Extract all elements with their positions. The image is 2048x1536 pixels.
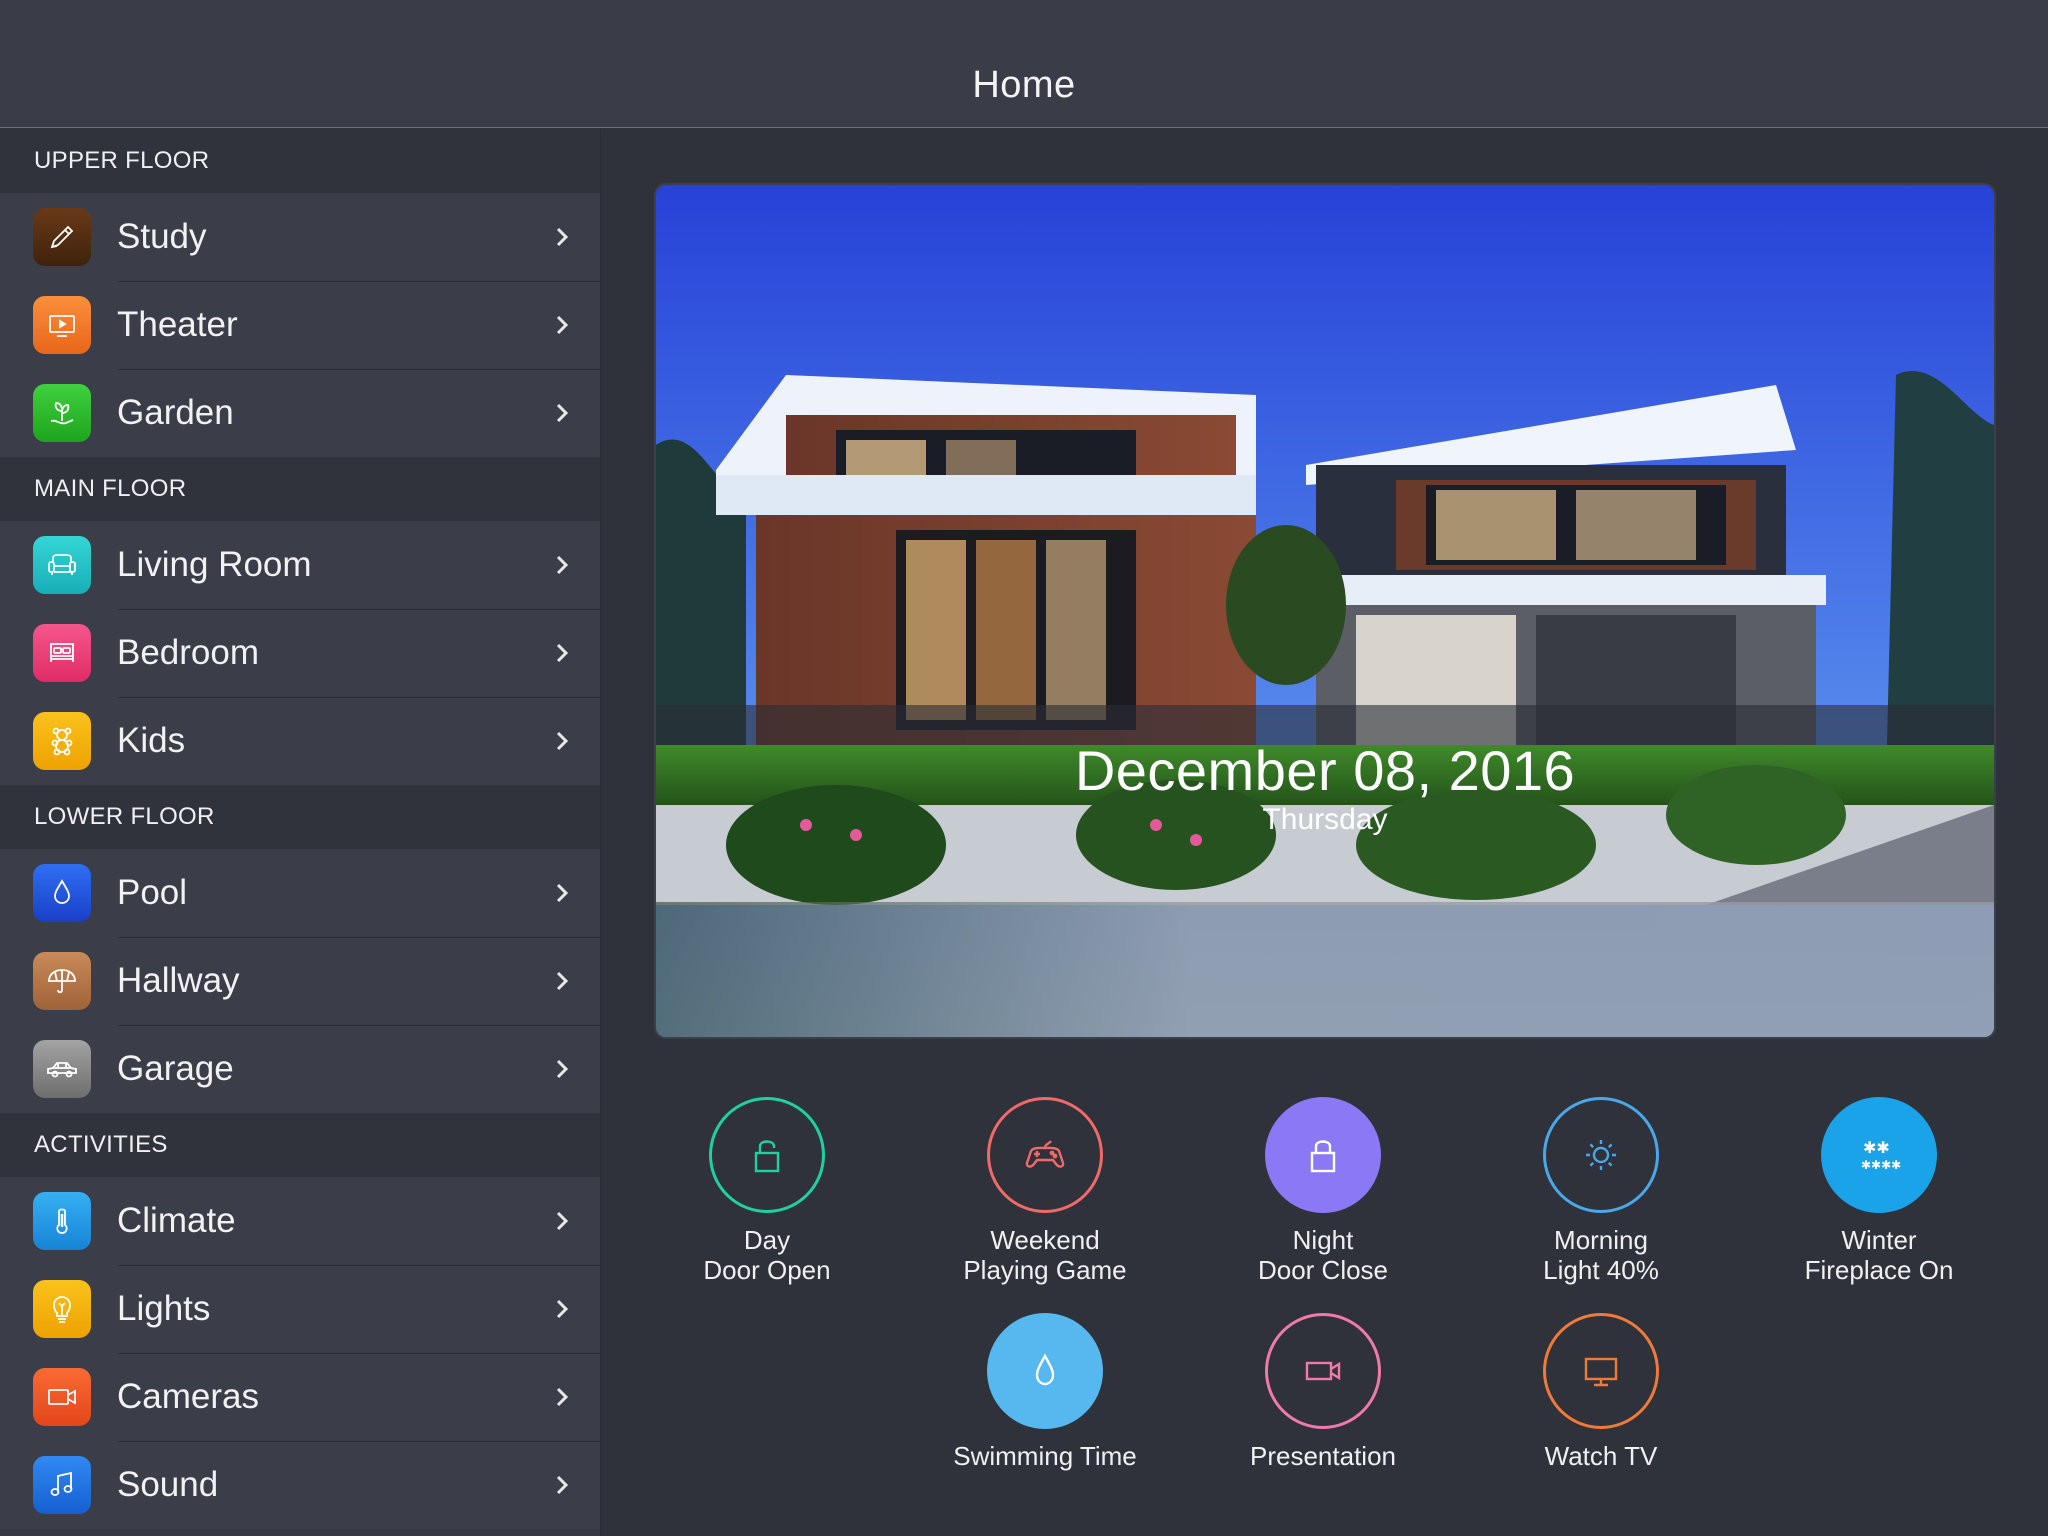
water-drop-icon: [33, 864, 91, 922]
scene-label: Presentation: [1250, 1441, 1396, 1471]
scene-watch-tv[interactable]: Watch TV: [1471, 1313, 1731, 1471]
scene-night-door-close[interactable]: Night Door Close: [1193, 1097, 1453, 1285]
chevron-right-icon: [556, 883, 569, 903]
tv-icon: [33, 296, 91, 354]
chevron-right-icon: [556, 731, 569, 751]
scene-label: Night Door Close: [1257, 1225, 1389, 1285]
svg-text:✱✱: ✱✱: [1863, 1138, 1890, 1157]
sidebar-item-label: Living Room: [117, 545, 312, 584]
sidebar-item-label: Kids: [117, 721, 186, 760]
current-weekday: Thursday: [1262, 803, 1388, 836]
lock-closed-icon: [1265, 1097, 1381, 1213]
section-header-lower-floor: LOWER FLOOR: [0, 785, 600, 849]
sidebar-item-label: Pool: [117, 873, 188, 912]
sun-icon: [1543, 1097, 1659, 1213]
water-drop-icon: [987, 1313, 1103, 1429]
sidebar-item-living-room[interactable]: Living Room: [0, 521, 600, 609]
scene-presentation[interactable]: Presentation: [1193, 1313, 1453, 1471]
lock-open-icon: [709, 1097, 825, 1213]
sidebar-item-study[interactable]: Study: [0, 193, 600, 281]
tv-icon: [1543, 1313, 1659, 1429]
gamepad-icon: [987, 1097, 1103, 1213]
sidebar-item-bedroom[interactable]: Bedroom: [0, 609, 600, 697]
section-header-activities: ACTIVITIES: [0, 1113, 600, 1177]
chevron-right-icon: [556, 643, 569, 663]
scene-weekend-playing-game[interactable]: Weekend Playing Game: [915, 1097, 1175, 1285]
sidebar-item-label: Bedroom: [117, 633, 260, 672]
scene-swimming-time[interactable]: Swimming Time: [915, 1313, 1175, 1471]
sidebar-item-sound[interactable]: Sound: [0, 1441, 600, 1529]
sidebar-item-label: Hallway: [117, 961, 240, 1000]
sidebar-item-label: Garden: [117, 393, 234, 432]
chevron-right-icon: [556, 1387, 569, 1407]
scene-day-door-open[interactable]: Day Door Open: [637, 1097, 897, 1285]
pencil-icon: [33, 208, 91, 266]
video-camera-icon: [1265, 1313, 1381, 1429]
svg-text:✱✱✱✱: ✱✱✱✱: [1861, 1158, 1901, 1172]
scene-label: Swimming Time: [953, 1441, 1137, 1471]
lightbulb-icon: [33, 1280, 91, 1338]
current-date: December 08, 2016: [1074, 739, 1576, 802]
sidebar-item-garage[interactable]: Garage: [0, 1025, 600, 1113]
scene-label: Watch TV: [1544, 1441, 1658, 1471]
chevron-right-icon: [556, 1059, 569, 1079]
section-header-main-floor: MAIN FLOOR: [0, 457, 600, 521]
teddy-bear-icon: [33, 712, 91, 770]
scene-morning-light[interactable]: Morning Light 40%: [1471, 1097, 1731, 1285]
sidebar-item-label: Climate: [117, 1201, 236, 1240]
chevron-right-icon: [556, 1299, 569, 1319]
umbrella-icon: [33, 952, 91, 1010]
scene-label: Morning Light 40%: [1543, 1225, 1659, 1285]
sidebar-item-label: Lights: [117, 1289, 211, 1328]
music-note-icon: [33, 1456, 91, 1514]
car-icon: [33, 1040, 91, 1098]
sidebar-item-label: Cameras: [117, 1377, 259, 1416]
plant-icon: [33, 384, 91, 442]
sidebar-item-label: Sound: [117, 1465, 219, 1504]
chevron-right-icon: [556, 403, 569, 423]
sidebar-item-climate[interactable]: Climate: [0, 1177, 600, 1265]
chevron-right-icon: [556, 971, 569, 991]
bed-icon: [33, 624, 91, 682]
sidebar-item-lights[interactable]: Lights: [0, 1265, 600, 1353]
sidebar-item-pool[interactable]: Pool: [0, 849, 600, 937]
sidebar-item-garden[interactable]: Garden: [0, 369, 600, 457]
scene-label: Day Door Open: [703, 1225, 831, 1285]
chevron-right-icon: [556, 315, 569, 335]
sidebar-item-hallway[interactable]: Hallway: [0, 937, 600, 1025]
sidebar-item-label: Study: [117, 217, 207, 256]
chevron-right-icon: [556, 227, 569, 247]
sidebar-item-label: Garage: [117, 1049, 234, 1088]
thermometer-icon: [33, 1192, 91, 1250]
scene-label: Weekend Playing Game: [963, 1225, 1127, 1285]
sidebar-item-kids[interactable]: Kids: [0, 697, 600, 785]
page-title: Home: [972, 64, 1076, 106]
chevron-right-icon: [556, 1211, 569, 1231]
sidebar-item-label: Theater: [117, 305, 238, 344]
chevron-right-icon: [556, 555, 569, 575]
scene-label: Winter Fireplace On: [1804, 1225, 1954, 1285]
sofa-icon: [33, 536, 91, 594]
chevron-right-icon: [556, 1475, 569, 1495]
sidebar: UPPER FLOOR Study Theater Garden MAIN FL…: [0, 129, 601, 1536]
navigation-bar: Home: [0, 0, 2048, 128]
home-photo-card: December 08, 2016 Thursday: [656, 185, 1994, 1037]
section-header-upper-floor: UPPER FLOOR: [0, 129, 600, 193]
video-camera-icon: [33, 1368, 91, 1426]
date-caption-bar: [656, 902, 1994, 1037]
sidebar-item-cameras[interactable]: Cameras: [0, 1353, 600, 1441]
snowflake-icon: ✱✱ ✱✱✱✱: [1821, 1097, 1937, 1213]
sidebar-item-theater[interactable]: Theater: [0, 281, 600, 369]
scene-winter-fireplace-on[interactable]: ✱✱ ✱✱✱✱ Winter Fireplace On: [1749, 1097, 2009, 1285]
